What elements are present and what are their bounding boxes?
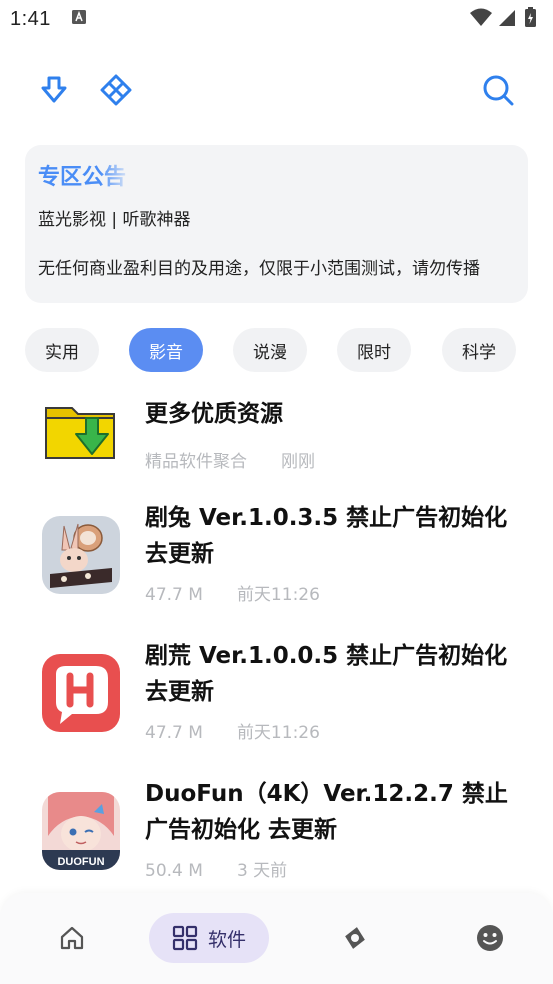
download-arrow-icon [41,76,67,103]
category-tabs: 实用 影音 说漫 限时 科学 [0,328,553,374]
bottom-nav: 软件 [0,893,553,984]
nav-discover[interactable] [335,913,375,963]
nav-home[interactable] [52,913,92,963]
app-meta: 50.4 M 3 天前 [145,856,287,881]
app-size: 47.7 M [145,723,203,743]
app-meta: 47.7 M 前天11:26 [145,718,320,743]
notification-a-icon [72,10,86,24]
signal-icon [499,10,515,26]
app-size: 50.4 M [145,861,203,881]
apps-grid-icon [172,925,198,951]
app-time: 刚刚 [281,452,315,472]
nav-profile[interactable] [470,913,510,963]
wifi-icon [470,8,492,26]
download-button[interactable] [34,70,74,110]
duofun-icon-text: DUOFUN [57,856,104,868]
home-icon [60,926,84,950]
tab-yingyin[interactable]: 影音 [129,328,203,372]
app-title: 剧荒 Ver.1.0.0.5 禁止广告初始化去更新 [145,643,508,705]
diamond-grid-button[interactable] [96,70,136,110]
app-size: 47.7 M [145,585,203,605]
diamond-grid-icon [100,74,132,106]
tab-kexue[interactable]: 科学 [442,328,516,372]
tab-xianshi[interactable]: 限时 [337,328,411,372]
top-bar [0,70,553,110]
app-time: 前天11:26 [236,585,320,605]
status-bar: 1:41 [0,0,553,40]
nav-software[interactable]: 软件 [149,913,269,963]
app-title: DuoFun（4K）Ver.12.2.7 禁止广告初始化 去更新 [145,781,508,843]
status-icons [470,7,536,27]
rabbit-app-icon [42,516,120,594]
app-time: 前天11:26 [236,723,320,743]
notice-title: 专区公告 [38,165,127,190]
app-time: 3 天前 [236,861,288,881]
compass-icon [345,927,365,949]
app-meta: 47.7 M 前天11:26 [145,580,320,605]
nav-software-label: 软件 [207,928,246,951]
search-button[interactable] [478,70,518,110]
juhuang-app-icon [42,654,120,732]
status-time: 1:41 [10,8,51,30]
app-title: 更多优质资源 [145,401,283,427]
battery-icon [525,7,536,27]
folder-download-icon [42,396,120,474]
duofun-app-icon: DUOFUN [42,792,120,870]
smiley-icon [477,925,503,951]
search-icon [483,75,514,106]
app-meta: 精品软件聚合 刚刚 [145,447,315,472]
tab-shuoman[interactable]: 说漫 [233,328,307,372]
notice-subtitle: 蓝光影视 | 听歌神器 [38,210,191,230]
app-description: 精品软件聚合 [145,452,247,472]
tab-shiyong[interactable]: 实用 [25,328,99,372]
app-title: 剧兔 Ver.1.0.3.5 禁止广告初始化去更新 [145,505,508,567]
notice-body: 无任何商业盈利目的及用途，仅限于小范围测试，请勿传播 [38,259,480,279]
notice-card: 专区公告 蓝光影视 | 听歌神器 无任何商业盈利目的及用途，仅限于小范围测试，请… [25,145,528,303]
